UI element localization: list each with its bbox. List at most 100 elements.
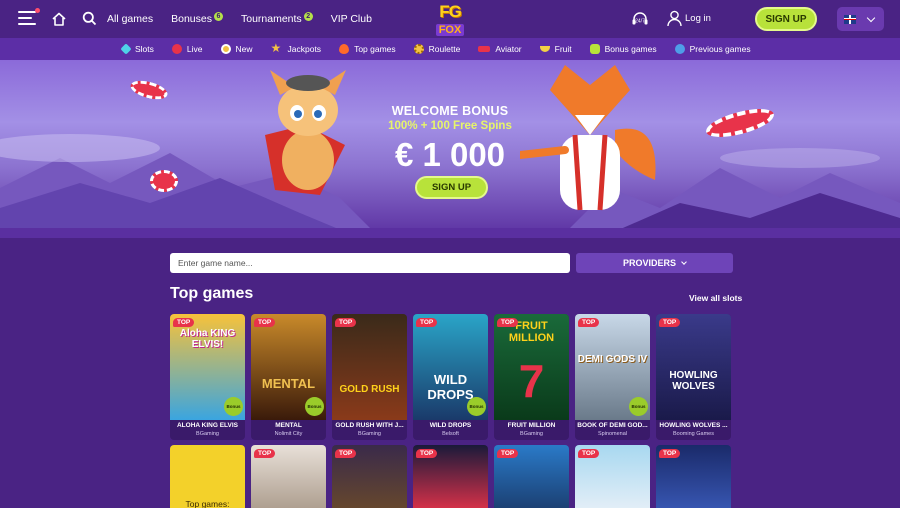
star-icon: ★: [270, 41, 282, 55]
hero-banner: WELCOME BONUS 100% + 100 Free Spins € 1 …: [0, 60, 900, 238]
fire-icon: [339, 44, 350, 54]
hero-bonus-amount: € 1 000: [394, 136, 506, 173]
new-icon: [220, 44, 231, 54]
top-badge: TOP: [416, 318, 438, 327]
game-provider: Nolimit City: [274, 431, 303, 437]
game-card[interactable]: TOP: [413, 445, 488, 508]
top-badge: TOP: [254, 449, 276, 458]
top-badge: TOP: [578, 449, 600, 458]
game-card[interactable]: WILD DROPS TOP Bonus WILD DROPS Belsoft: [413, 314, 488, 440]
category-top-games[interactable]: Top games: [339, 44, 396, 54]
category-live[interactable]: Live: [171, 44, 203, 54]
roulette-icon: [413, 44, 424, 54]
chevron-down-icon: [681, 259, 687, 265]
top-badge: TOP: [416, 449, 438, 458]
login-link[interactable]: Log in: [685, 13, 711, 24]
menu-icon[interactable]: [18, 8, 40, 25]
game-title: ALOHA KING ELVIS: [176, 422, 239, 429]
game-card[interactable]: MENTAL TOP Bonus MENTAL Nolimit City: [251, 314, 326, 440]
diamond-icon: [120, 43, 132, 55]
game-card[interactable]: DEMI GODS IV TOP Bonus BOOK OF DEMI GOD.…: [575, 314, 650, 440]
live-icon: [171, 44, 182, 54]
category-bar: Slots Live New ★ Jackpots Top games Roule…: [0, 38, 900, 60]
site-logo[interactable]: FG FOX: [431, 3, 469, 36]
top-badge: TOP: [335, 318, 357, 327]
bonus-badge: Bonus: [305, 397, 324, 416]
top-games-label: Top games:: [185, 499, 230, 508]
nav-tournaments[interactable]: Tournaments 2: [241, 11, 313, 25]
game-title: GOLD RUSH WITH J...: [335, 422, 404, 429]
game-card[interactable]: TOP: [656, 445, 731, 508]
game-title: HOWLING WOLVES ...: [659, 422, 728, 429]
banana-icon: [539, 46, 550, 52]
game-thumbnail: FRUIT MILLION 7: [494, 314, 569, 420]
category-slots[interactable]: Slots: [120, 43, 154, 55]
game-search-input[interactable]: [170, 253, 570, 273]
top-badge: TOP: [497, 449, 519, 458]
game-card[interactable]: TOP: [332, 445, 407, 508]
bonus-icon: [589, 44, 600, 54]
hero-signup-button[interactable]: SIGN UP: [415, 176, 488, 199]
game-title: BOOK OF DEMI GOD...: [577, 422, 648, 429]
view-all-slots-link[interactable]: View all slots: [689, 293, 742, 303]
game-card[interactable]: Aloha KING ELVIS! TOP Bonus ALOHA KING E…: [170, 314, 245, 440]
nav-all-games[interactable]: All games: [107, 13, 153, 25]
chevron-down-icon: [866, 13, 876, 22]
game-card[interactable]: GOLD RUSH TOP GOLD RUSH WITH J... BGamin…: [332, 314, 407, 440]
game-provider: Spinomenal: [597, 431, 628, 437]
search-icon[interactable]: [82, 11, 97, 26]
section-title: Top games: [170, 285, 254, 302]
history-icon: [674, 44, 685, 54]
top-badge: TOP: [173, 318, 195, 327]
game-card[interactable]: FRUIT MILLION 7 TOP FRUIT MILLION BGaming: [494, 314, 569, 440]
casino-chip-decoration: [128, 77, 170, 103]
game-card[interactable]: TOP: [494, 445, 569, 508]
nav-bonuses[interactable]: Bonuses 6: [171, 11, 223, 25]
signup-button[interactable]: SIGN UP: [755, 7, 817, 31]
top-games-promo-tile[interactable]: Top games:: [170, 445, 245, 508]
hero-subtitle: 100% + 100 Free Spins: [388, 120, 512, 132]
svg-text:24/7: 24/7: [635, 19, 645, 25]
game-provider: Booming Games: [673, 431, 714, 437]
home-icon[interactable]: [51, 11, 67, 27]
game-card[interactable]: HOWLING WOLVES TOP HOWLING WOLVES ... Bo…: [656, 314, 731, 440]
language-selector[interactable]: [837, 7, 884, 31]
top-badge: TOP: [659, 318, 681, 327]
bonus-badge: Bonus: [224, 397, 243, 416]
game-title: FRUIT MILLION: [507, 422, 556, 429]
category-jackpots[interactable]: ★ Jackpots: [270, 41, 322, 55]
tournaments-count-badge: 2: [303, 11, 313, 21]
category-aviator[interactable]: Aviator: [478, 44, 522, 54]
category-fruit[interactable]: Fruit: [539, 44, 572, 54]
seven-symbol: 7: [518, 355, 545, 407]
top-badge: TOP: [335, 449, 357, 458]
bonuses-count-badge: 6: [213, 11, 223, 21]
category-roulette[interactable]: Roulette: [413, 44, 460, 54]
top-nav: All games Bonuses 6 Tournaments 2 VIP Club: [107, 0, 390, 38]
game-card[interactable]: TOP: [251, 445, 326, 508]
category-new[interactable]: New: [220, 44, 253, 54]
category-previous-games[interactable]: Previous games: [674, 44, 751, 54]
top-badge: TOP: [254, 318, 276, 327]
uk-flag-icon: [844, 14, 856, 24]
category-bonus-games[interactable]: Bonus games: [589, 44, 657, 54]
bonus-badge: Bonus: [629, 397, 648, 416]
cat-mascot-illustration: [265, 70, 346, 195]
bonus-badge: Bonus: [467, 397, 486, 416]
plane-icon: [478, 46, 491, 52]
game-card[interactable]: TOP: [575, 445, 650, 508]
game-provider: Belsoft: [442, 431, 459, 437]
game-title: WILD DROPS: [429, 422, 472, 429]
game-provider: BGaming: [358, 431, 381, 437]
nav-vip-club[interactable]: VIP Club: [331, 13, 372, 25]
top-badge: TOP: [659, 449, 681, 458]
user-icon[interactable]: [667, 10, 682, 27]
providers-dropdown[interactable]: PROVIDERS: [576, 253, 733, 273]
top-badge: TOP: [497, 318, 519, 327]
support-headset-icon[interactable]: 24/7: [631, 11, 649, 27]
game-provider: BGaming: [520, 431, 543, 437]
top-bar: All games Bonuses 6 Tournaments 2 VIP Club…: [0, 0, 900, 38]
game-provider: BGaming: [196, 431, 219, 437]
hero-title: WELCOME BONUS: [391, 104, 509, 118]
top-badge: TOP: [578, 318, 600, 327]
